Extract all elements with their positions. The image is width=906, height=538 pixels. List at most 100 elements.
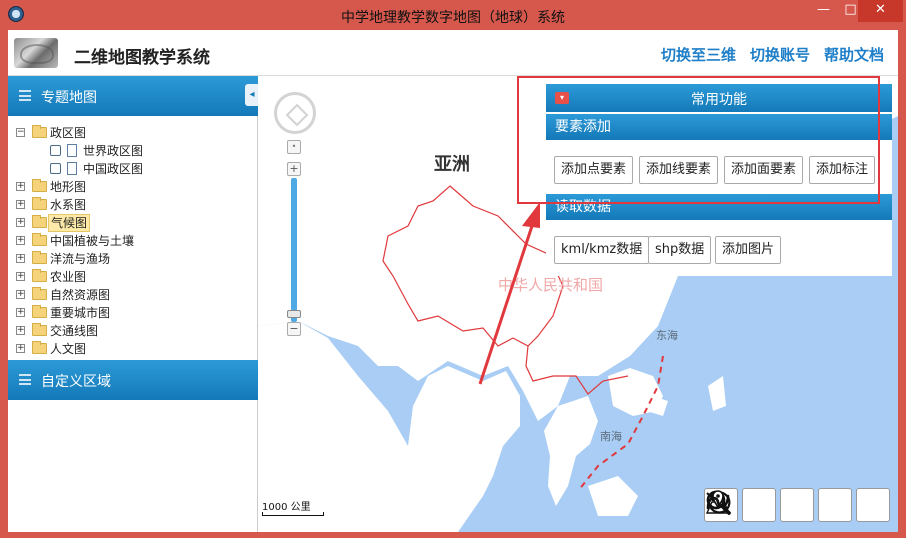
- help-docs-link[interactable]: 帮助文档: [824, 44, 884, 65]
- folder-icon: [32, 125, 47, 138]
- tree-node-label: 人文图: [50, 342, 87, 356]
- collapse-sidebar-button[interactable]: ◂: [245, 84, 259, 106]
- custom-region-title: 自定义区域: [41, 374, 111, 390]
- tree-node-agriculture[interactable]: + 农业图: [16, 268, 252, 286]
- app-title: 二维地图教学系统: [74, 48, 210, 68]
- tree-node-label: 交通线图: [50, 324, 99, 338]
- layer-checkbox[interactable]: [50, 163, 61, 174]
- tree-node-cities[interactable]: + 重要城市图: [16, 304, 252, 322]
- sidebar: 专题地图 ◂ − 政区图 世界政区图 中国政区图 + 地形图 + 水系图 + 气…: [8, 76, 259, 532]
- measure-icon: [706, 494, 730, 510]
- tree-node-label: 水系图: [50, 198, 87, 212]
- app-window: 中学地理教学数字地图（地球）系统 — □ ✕ 二维地图教学系统 切换至三维 切换…: [0, 0, 906, 538]
- zoom-thumb[interactable]: [287, 310, 301, 318]
- folder-icon: [32, 215, 47, 228]
- header-links: 切换至三维 切换账号 帮助文档: [661, 44, 884, 65]
- tree-node-label: 政区图: [50, 126, 87, 140]
- document-icon: [67, 144, 77, 157]
- expand-node-icon[interactable]: +: [16, 236, 25, 245]
- logo-map-icon: [14, 38, 58, 68]
- kml-data-button[interactable]: kml/kmz数据: [554, 236, 650, 264]
- tree-node-label: 重要城市图: [50, 306, 111, 320]
- expand-node-icon[interactable]: +: [16, 326, 25, 335]
- expand-node-icon[interactable]: +: [16, 218, 25, 227]
- tree-node-label: 地形图: [50, 180, 87, 194]
- scale-bar: [262, 512, 324, 516]
- tree-node-label-selected: 气候图: [48, 214, 91, 232]
- expand-node-icon[interactable]: +: [16, 344, 25, 353]
- zoom-out-button[interactable]: −: [287, 322, 301, 336]
- tree-node-label: 世界政区图: [83, 144, 144, 158]
- south-sea-label: 南海: [600, 430, 622, 443]
- tree-node-vegetation[interactable]: + 中国植被与土壤: [16, 232, 252, 250]
- list-icon: [19, 374, 31, 385]
- app-header: 二维地图教学系统 切换至三维 切换账号 帮助文档: [8, 30, 898, 76]
- tree-node-topography[interactable]: + 地形图: [16, 178, 252, 196]
- custom-region-header[interactable]: 自定义区域: [8, 360, 258, 400]
- map-view[interactable]: 亚洲 中华人民共和国 东海 南海 • + − 1000 公里 ▾ 常用功能 要素…: [258, 76, 898, 532]
- folder-icon: [32, 305, 47, 318]
- shp-data-button[interactable]: shp数据: [648, 236, 712, 264]
- tree-node-label: 农业图: [50, 270, 87, 284]
- land-hainan: [650, 396, 668, 416]
- folder-icon: [32, 341, 47, 354]
- measure-tool-button[interactable]: [706, 488, 890, 522]
- tree-node-political[interactable]: − 政区图: [16, 124, 252, 142]
- expand-node-icon[interactable]: +: [16, 254, 25, 263]
- map-toolbar: [704, 488, 890, 522]
- tree-node-water[interactable]: + 水系图: [16, 196, 252, 214]
- land-borneo: [588, 476, 638, 516]
- land-taiwan: [708, 376, 726, 411]
- scale-label: 1000 公里: [262, 502, 311, 513]
- annotation-highlight-box: [517, 76, 880, 204]
- tree-node-label: 自然资源图: [50, 288, 111, 302]
- switch-3d-link[interactable]: 切换至三维: [661, 44, 736, 65]
- title-bar: 中学地理教学数字地图（地球）系统 — □ ✕: [0, 0, 906, 30]
- tree-node-label: 中国植被与土壤: [50, 234, 135, 248]
- expand-node-icon[interactable]: +: [16, 290, 25, 299]
- tree-node-china-political[interactable]: 中国政区图: [16, 160, 252, 178]
- client-area: 二维地图教学系统 切换至三维 切换账号 帮助文档 专题地图 ◂ − 政区图 世界…: [8, 30, 898, 532]
- folder-icon: [32, 323, 47, 336]
- minimize-button[interactable]: —: [810, 0, 837, 22]
- expand-node-icon[interactable]: +: [16, 200, 25, 209]
- zoom-out-tool-button[interactable]: [706, 488, 776, 522]
- layer-checkbox[interactable]: [50, 145, 61, 156]
- folder-icon: [32, 197, 47, 210]
- folder-icon: [32, 233, 47, 246]
- east-sea-label: 东海: [656, 329, 678, 342]
- refresh-tool-button[interactable]: [706, 488, 814, 522]
- list-icon: [19, 90, 31, 101]
- thematic-map-title: 专题地图: [41, 90, 97, 106]
- folder-icon: [32, 179, 47, 192]
- tree-node-transport[interactable]: + 交通线图: [16, 322, 252, 340]
- zoom-in-button[interactable]: +: [287, 162, 301, 176]
- folder-icon: [32, 269, 47, 282]
- tree-node-label: 洋流与渔场: [50, 252, 111, 266]
- zoom-track[interactable]: [291, 178, 297, 322]
- switch-account-link[interactable]: 切换账号: [750, 44, 810, 65]
- zoom-reset-button[interactable]: •: [287, 140, 301, 154]
- add-image-button[interactable]: 添加图片: [715, 236, 782, 264]
- tree-node-world-political[interactable]: 世界政区图: [16, 142, 252, 160]
- document-icon: [67, 162, 77, 175]
- tree-node-climate[interactable]: + 气候图: [16, 214, 252, 232]
- locate-tool-button[interactable]: [705, 488, 852, 522]
- asia-label: 亚洲: [434, 154, 470, 175]
- expand-node-icon[interactable]: +: [16, 182, 25, 191]
- close-button[interactable]: ✕: [858, 0, 903, 22]
- thematic-map-header[interactable]: 专题地图 ◂: [8, 76, 259, 116]
- folder-icon: [32, 287, 47, 300]
- folder-icon: [32, 251, 47, 264]
- expand-node-icon[interactable]: +: [16, 308, 25, 317]
- tree-node-resources[interactable]: + 自然资源图: [16, 286, 252, 304]
- collapse-node-icon[interactable]: −: [16, 128, 25, 137]
- pan-control[interactable]: [274, 92, 316, 134]
- tree-node-humanities[interactable]: + 人文图: [16, 340, 252, 358]
- tree-node-label: 中国政区图: [83, 162, 144, 176]
- tree-node-currents[interactable]: + 洋流与渔场: [16, 250, 252, 268]
- expand-node-icon[interactable]: +: [16, 272, 25, 281]
- zoom-slider[interactable]: + −: [287, 162, 301, 338]
- thematic-tree: − 政区图 世界政区图 中国政区图 + 地形图 + 水系图 + 气候图 + 中国…: [16, 124, 252, 358]
- china-label: 中华人民共和国: [498, 276, 604, 294]
